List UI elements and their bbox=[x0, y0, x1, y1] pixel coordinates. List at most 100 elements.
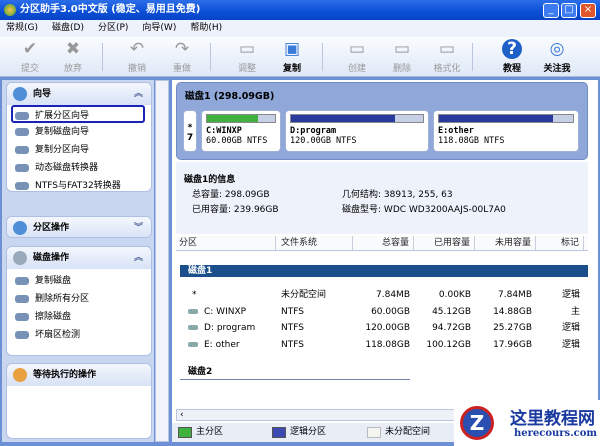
maximize-button[interactable]: □ bbox=[561, 3, 577, 18]
logical-swatch bbox=[272, 427, 286, 438]
toolbar-separator bbox=[210, 43, 211, 71]
toolbar-undo-button[interactable]: ↶ 撤销 bbox=[115, 39, 159, 74]
create-icon: ▭ bbox=[348, 39, 366, 59]
sidebar-item-label: 动态磁盘转换器 bbox=[35, 163, 99, 173]
col-total[interactable]: 总容量 bbox=[353, 236, 414, 250]
cell-free: 25.27GB bbox=[493, 323, 532, 333]
sidebar-item[interactable]: 动态磁盘转换器 bbox=[7, 159, 151, 177]
expand-icon[interactable]: ︾ bbox=[134, 217, 143, 237]
sidebar-item[interactable]: 擦除磁盘 bbox=[7, 308, 151, 326]
total-label: 总容量: bbox=[192, 190, 223, 200]
pending-ops-header: 等待执行的操作 bbox=[7, 364, 151, 386]
disk-ops-header[interactable]: 磁盘操作 ︽ bbox=[7, 247, 151, 269]
collapse-icon[interactable]: ︽ bbox=[134, 83, 143, 105]
toolbar-redo-button[interactable]: ↷ 重做 bbox=[160, 39, 204, 74]
table-row[interactable]: C: WINXP NTFS 60.00GB 45.12GB 14.88GB 主 bbox=[176, 305, 588, 319]
toolbar-follow-button[interactable]: ◎ 关注我 bbox=[535, 39, 579, 74]
disk-info: 磁盘1的信息 总容量: 298.09GB 已用容量: 239.96GB 几何结构… bbox=[176, 162, 588, 234]
col-partition[interactable]: 分区 bbox=[176, 236, 276, 250]
disk2-group-header[interactable]: 磁盘2 bbox=[188, 364, 212, 377]
usage-bar bbox=[290, 114, 424, 123]
toolbar-resize-button[interactable]: ▭ 调整 bbox=[225, 39, 269, 74]
toolbar-label: 调整 bbox=[237, 64, 256, 74]
disk1-group-header[interactable]: 磁盘1 bbox=[180, 265, 588, 277]
cell-total: 120.00GB bbox=[365, 323, 410, 333]
sidebar-item[interactable]: 删除所有分区 bbox=[7, 290, 151, 308]
toolbar-label: 撤销 bbox=[127, 64, 146, 74]
table-row[interactable]: E: other NTFS 118.08GB 100.12GB 17.96GB … bbox=[176, 338, 588, 352]
sidebar-item[interactable]: 扩展分区向导 bbox=[11, 105, 145, 123]
collapse-icon[interactable]: ︽ bbox=[134, 247, 143, 269]
sidebar-item-label: 删除所有分区 bbox=[35, 294, 90, 304]
gear-icon bbox=[13, 251, 27, 265]
toolbar-check-button[interactable]: ✔ 提交 bbox=[8, 39, 52, 74]
partition-block[interactable]: E:other 118.08GB NTFS bbox=[433, 110, 579, 152]
drive-icon bbox=[188, 308, 198, 314]
geometry-value: 38913, 255, 63 bbox=[383, 190, 453, 200]
col-used[interactable]: 已用容量 bbox=[414, 236, 475, 250]
partition-name: E:other bbox=[438, 126, 474, 136]
col-filesystem[interactable]: 文件系统 bbox=[276, 236, 353, 250]
legend-unallocated: 未分配空间 bbox=[385, 427, 431, 437]
toolbar-create-button[interactable]: ▭ 创建 bbox=[335, 39, 379, 74]
geometry-label: 几何结构: bbox=[342, 190, 382, 200]
partition-size: 120.00GB NTFS bbox=[290, 136, 357, 146]
follow-icon: ◎ bbox=[549, 39, 565, 59]
toolbar-format-button[interactable]: ▭ 格式化 bbox=[425, 39, 469, 74]
disk-map: 磁盘1 (298.09GB) * 7 C:WINXP 60.00GB NTFS D:p… bbox=[176, 82, 588, 160]
usage-bar bbox=[206, 114, 276, 123]
sidebar-scrollbar[interactable] bbox=[155, 80, 169, 442]
table-row[interactable]: D: program NTFS 120.00GB 94.72GB 25.27GB… bbox=[176, 321, 588, 335]
scroll-left-icon[interactable]: ‹ bbox=[177, 410, 184, 420]
watermark-name: 这里教程网 bbox=[510, 409, 595, 429]
x-icon: ✖ bbox=[65, 39, 81, 59]
minimize-button[interactable]: _ bbox=[543, 3, 559, 18]
model-value: WDC WD3200AAJS-00L7A0 bbox=[383, 205, 506, 215]
sidebar-item[interactable]: 复制磁盘 bbox=[7, 272, 151, 290]
menu-general[interactable]: 常规(G) bbox=[6, 23, 38, 33]
menu-partition[interactable]: 分区(P) bbox=[98, 23, 128, 33]
toolbar-label: 格式化 bbox=[433, 64, 461, 74]
sidebar-item-label: 复制分区向导 bbox=[35, 145, 90, 155]
menu-disk[interactable]: 磁盘(D) bbox=[52, 23, 84, 33]
sidebar-item[interactable]: 复制分区向导 bbox=[7, 141, 151, 159]
cell-partition: C: WINXP bbox=[204, 306, 247, 317]
cell-used: 0.00KB bbox=[438, 290, 471, 300]
legend-primary: 主分区 bbox=[196, 427, 224, 437]
toolbar-delete-button[interactable]: ▭ 删除 bbox=[380, 39, 424, 74]
cell-filesystem: NTFS bbox=[281, 323, 304, 333]
sidebar-item[interactable]: NTFS与FAT32转换器 bbox=[7, 177, 151, 191]
cell-free: 14.88GB bbox=[493, 306, 532, 317]
disk-ops-panel: 磁盘操作 ︽ 复制磁盘删除所有分区擦除磁盘 坏扇区检测 bbox=[6, 246, 152, 356]
toolbar-copy-button[interactable]: ▣ 复制 bbox=[270, 39, 314, 74]
toolbar: ✔ 提交 ✖ 放弃 ↶ 撤销 ↷ 重做 ▭ 调整 ▣ 复制 ▭ 创建 ▭ 删除 ▭ 格式化? 教程 ◎ 关注我 bbox=[0, 37, 600, 77]
cell-partition: D: program bbox=[204, 323, 256, 333]
pending-icon bbox=[13, 368, 27, 382]
cell-flag: 逻辑 bbox=[561, 290, 580, 300]
toolbar-label: 关注我 bbox=[543, 64, 571, 74]
wizard-title: 向导 bbox=[33, 89, 52, 99]
col-free[interactable]: 未用容量 bbox=[475, 236, 536, 250]
copy-icon: ▣ bbox=[283, 39, 301, 59]
unallocated-block[interactable]: * 7 bbox=[183, 110, 197, 152]
table-row[interactable]: * 未分配空间 7.84MB 0.00KB 7.84MB 逻辑 bbox=[176, 288, 588, 302]
sidebar-item[interactable]: 坏扇区检测 bbox=[7, 326, 151, 344]
menu-help[interactable]: 帮助(H) bbox=[190, 23, 222, 33]
item-icon bbox=[15, 112, 29, 120]
wizard-header[interactable]: 向导 ︽ bbox=[7, 83, 151, 105]
partition-ops-header[interactable]: 分区操作 ︾ bbox=[7, 217, 151, 237]
cell-flag: 逻辑 bbox=[561, 323, 580, 333]
partition-block[interactable]: D:program 120.00GB NTFS bbox=[285, 110, 429, 152]
partition-block[interactable]: C:WINXP 60.00GB NTFS bbox=[201, 110, 281, 152]
cell-partition: * bbox=[192, 290, 197, 300]
col-flag[interactable]: 标记 bbox=[536, 236, 584, 250]
used-value: 239.96GB bbox=[233, 205, 279, 215]
sidebar-item[interactable]: 复制磁盘向导 bbox=[7, 123, 151, 141]
toolbar-help-button[interactable]: ? 教程 bbox=[490, 39, 534, 74]
item-icon bbox=[15, 164, 29, 172]
menu-wizard[interactable]: 向导(W) bbox=[142, 23, 176, 33]
toolbar-x-button[interactable]: ✖ 放弃 bbox=[51, 39, 95, 74]
watermark-logo: Z 这里教程网 herecours.com bbox=[454, 400, 600, 446]
partition-ops-title: 分区操作 bbox=[33, 223, 70, 233]
close-button[interactable]: × bbox=[580, 3, 596, 18]
